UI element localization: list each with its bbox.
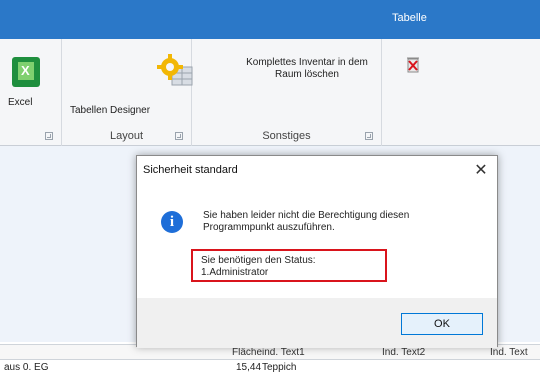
- tabellen-designer-label[interactable]: Tabellen Designer: [70, 105, 150, 116]
- excel-button-label[interactable]: Excel: [8, 97, 32, 108]
- ribbon: Excel Tabellen Designer Layout Komplette…: [0, 39, 540, 146]
- ok-button[interactable]: OK: [401, 313, 483, 335]
- column-header-ind-text2[interactable]: Ind. Text2: [382, 347, 425, 358]
- ribbon-group-sonstiges: Komplettes Inventar in dem Raum löschen …: [192, 39, 419, 146]
- column-header-ind-text[interactable]: Ind. Text: [490, 347, 528, 358]
- excel-icon[interactable]: [12, 57, 40, 87]
- dialog-titlebar: Sicherheit standard ✕: [137, 156, 497, 186]
- group-label-layout: Layout: [109, 130, 144, 142]
- cell-value: 15,44: [236, 362, 262, 373]
- title-bar: Tabelle: [0, 0, 540, 39]
- ribbon-group-layout: Tabellen Designer Layout: [62, 39, 194, 146]
- ribbon-group-export: Excel: [0, 39, 62, 146]
- required-status-text: Sie benötigen den Status: 1.Administrato…: [201, 255, 316, 279]
- dialog-title: Sicherheit standard: [143, 164, 238, 176]
- cell-text: Teppich: [262, 362, 297, 373]
- dialog-message: Sie haben leider nicht die Berechtigung …: [203, 210, 410, 233]
- dialog-body: i Sie haben leider nicht die Berechtigun…: [137, 186, 497, 298]
- column-header-flaecheind-text1[interactable]: Flächeind. Text1: [232, 347, 305, 358]
- status-line-2: 1.Administrator: [201, 267, 269, 278]
- status-line-1: Sie benötigen den Status:: [201, 255, 316, 266]
- dialog-launcher-icon[interactable]: [365, 132, 373, 140]
- gear-icon[interactable]: [154, 53, 194, 89]
- required-status-box: Sie benötigen den Status: 1.Administrato…: [191, 249, 387, 282]
- info-icon: i: [161, 211, 183, 233]
- group-label-sonstiges: Sonstiges: [262, 130, 311, 142]
- tab-tabelle[interactable]: Tabelle: [392, 12, 427, 24]
- dialog-launcher-icon[interactable]: [45, 132, 53, 140]
- cell-room: aus 0. EG: [4, 362, 49, 373]
- table-row[interactable]: aus 0. EG 15,44 Teppich: [0, 360, 540, 376]
- close-icon[interactable]: ✕: [471, 161, 491, 181]
- delete-inventory-icon[interactable]: [406, 55, 420, 73]
- delete-inventory-label[interactable]: Komplettes Inventar in dem Raum löschen: [236, 57, 378, 81]
- dialog-footer: OK: [137, 298, 497, 348]
- security-dialog: Sicherheit standard ✕ i Sie haben leider…: [136, 155, 498, 348]
- dialog-launcher-icon[interactable]: [175, 132, 183, 140]
